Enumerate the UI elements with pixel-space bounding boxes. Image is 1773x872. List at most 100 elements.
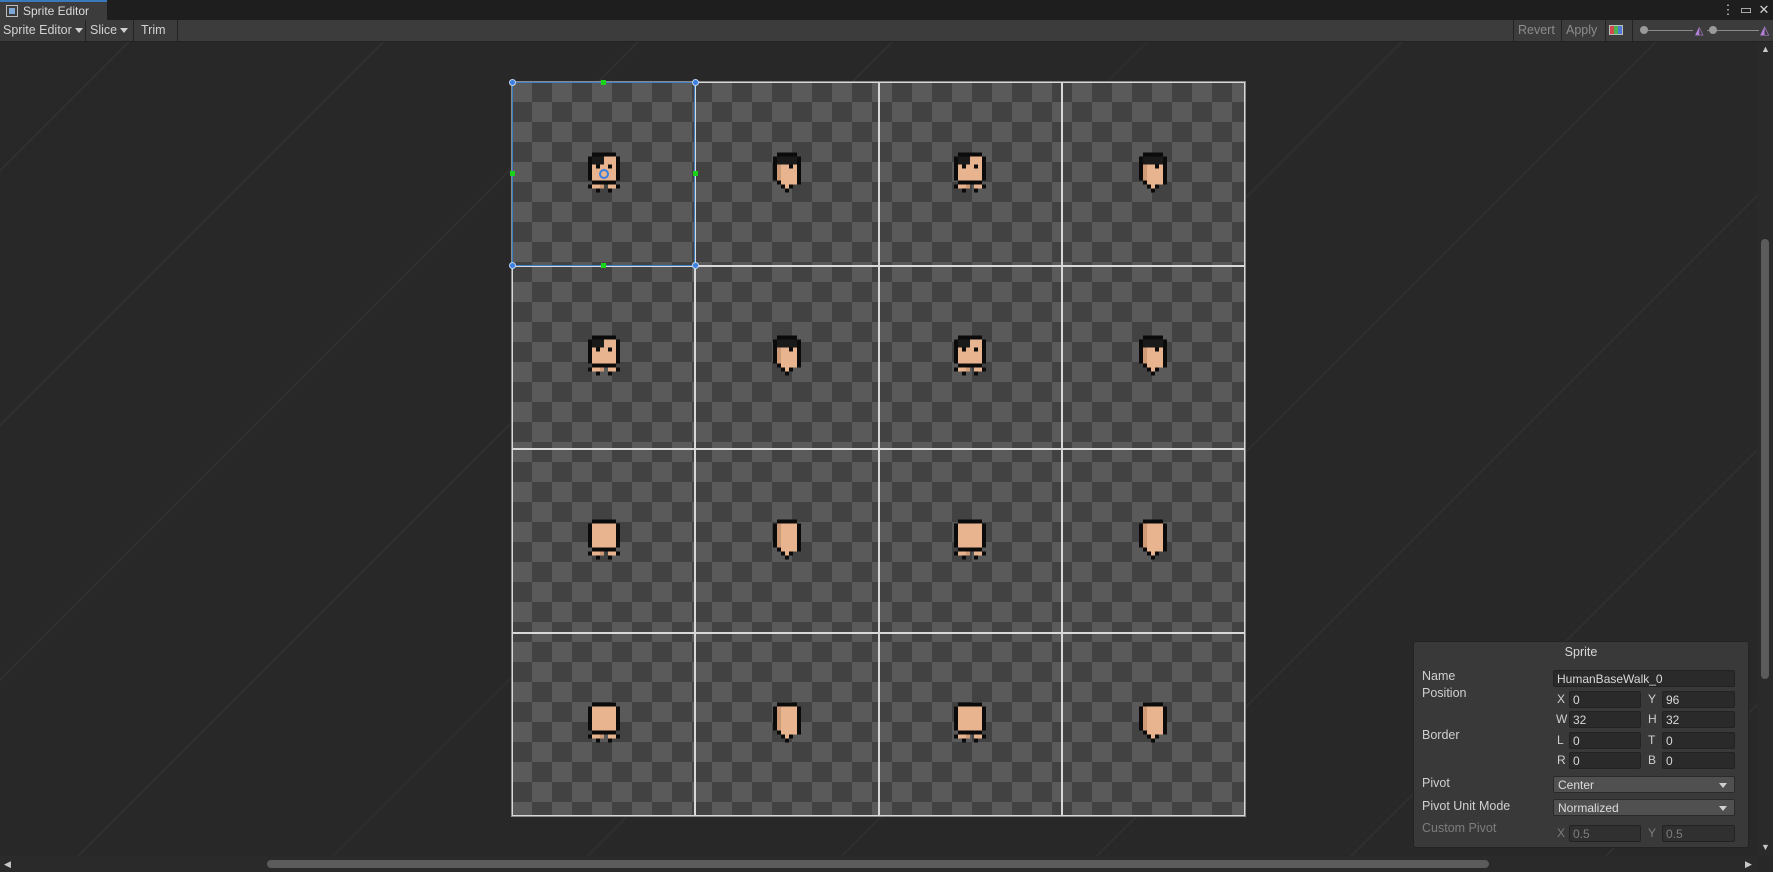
sprite-frame — [772, 335, 801, 379]
sprite-cell[interactable] — [512, 449, 696, 633]
sprite-frame — [772, 519, 801, 562]
custom-pivot-x-label: X — [1557, 826, 1566, 840]
mip-slider-track-right[interactable] — [1719, 30, 1759, 31]
scroll-down-icon[interactable]: ▼ — [1761, 842, 1770, 852]
maximize-icon[interactable]: ▭ — [1738, 1, 1754, 19]
corner-resize-handle[interactable] — [508, 262, 516, 269]
sprite-cell[interactable] — [512, 632, 696, 816]
sprite-cell[interactable] — [695, 82, 879, 266]
border-bottom-field[interactable]: 0 — [1662, 752, 1735, 769]
sprite-cell[interactable] — [1061, 82, 1245, 266]
sprite-cell[interactable] — [878, 449, 1062, 633]
sprite-frame — [587, 519, 620, 562]
corner-resize-handle[interactable] — [691, 262, 699, 269]
sprite-cell[interactable] — [695, 632, 879, 816]
vertical-scrollbar[interactable]: ▲ ▼ — [1757, 42, 1773, 856]
height-field[interactable]: 32 — [1662, 711, 1735, 728]
pivot-label: Pivot — [1422, 776, 1450, 790]
toolbar-divider — [133, 20, 134, 41]
custom-pivot-y-field: 0.5 — [1662, 825, 1735, 842]
toolbar-divider — [1561, 20, 1562, 41]
sprite-frame — [1139, 519, 1168, 562]
rgb-channels-icon[interactable] — [1609, 25, 1623, 35]
edge-resize-handle[interactable] — [601, 79, 607, 85]
sprite-frame — [1139, 335, 1168, 379]
pivot-dropdown[interactable]: Center — [1553, 776, 1735, 793]
corner-resize-handle[interactable] — [691, 78, 699, 86]
sprite-inspector-panel: Sprite Name HumanBaseWalk_0 Position X 0… — [1413, 641, 1749, 848]
sprite-frame — [1139, 702, 1168, 746]
chevron-down-icon — [1719, 783, 1727, 788]
w-label: W — [1556, 712, 1568, 726]
vertical-scroll-thumb[interactable] — [1761, 239, 1769, 679]
kebab-menu-icon[interactable]: ⋮ — [1720, 1, 1736, 19]
t-label: T — [1648, 733, 1656, 747]
border-right-field[interactable]: 0 — [1569, 752, 1641, 769]
edge-resize-handle[interactable] — [509, 171, 515, 177]
width-field[interactable]: 32 — [1569, 711, 1641, 728]
slice-dropdown[interactable]: Slice — [87, 20, 131, 41]
toolbar: Sprite Editor Slice Trim Revert Apply ◭ … — [0, 20, 1773, 42]
mip-slider-handle[interactable] — [1709, 26, 1717, 34]
toolbar-divider — [85, 20, 86, 41]
sprite-cell[interactable] — [1061, 265, 1245, 449]
sprite-cell[interactable] — [512, 265, 696, 449]
trim-button[interactable]: Trim — [138, 20, 169, 41]
title-bar: Sprite Editor ⋮ ▭ ✕ — [0, 0, 1773, 20]
chevron-down-icon — [1719, 806, 1727, 811]
position-x-field[interactable]: 0 — [1569, 691, 1641, 708]
horizontal-scroll-thumb[interactable] — [267, 860, 1489, 868]
r-label: R — [1557, 753, 1566, 767]
sprite-frame — [772, 152, 801, 195]
pivot-unit-mode-dropdown[interactable]: Normalized — [1553, 799, 1735, 816]
x-label: X — [1557, 692, 1566, 706]
sprite-cell[interactable] — [1061, 449, 1245, 633]
sprite-cell[interactable] — [878, 632, 1062, 816]
b-label: B — [1648, 753, 1657, 767]
sprite-sheet[interactable] — [508, 78, 1246, 817]
position-y-field[interactable]: 96 — [1662, 691, 1735, 708]
sprite-cell[interactable] — [695, 449, 879, 633]
name-label: Name — [1422, 669, 1456, 683]
toolbar-divider — [177, 20, 178, 41]
sprite-cell[interactable] — [695, 265, 879, 449]
mipmap-large-icon: ◭ — [1760, 23, 1770, 37]
position-label: Position — [1422, 686, 1467, 700]
sprite-cell[interactable] — [1061, 632, 1245, 816]
zoom-slider-track[interactable] — [1648, 30, 1693, 31]
scroll-right-icon[interactable]: ▶ — [1745, 859, 1752, 870]
tab-sprite-editor[interactable]: Sprite Editor — [0, 0, 107, 20]
slider-handle[interactable] — [1640, 26, 1648, 34]
scroll-left-icon[interactable]: ◀ — [4, 859, 11, 870]
sprite-frame — [954, 702, 987, 746]
sprite-frame — [587, 702, 620, 746]
sprite-frame — [954, 519, 987, 562]
chevron-down-icon — [120, 28, 129, 34]
scroll-up-icon[interactable]: ▲ — [1761, 44, 1770, 54]
sprite-cell[interactable] — [878, 265, 1062, 449]
pivot-handle[interactable] — [598, 168, 609, 179]
horizontal-scrollbar[interactable]: ◀ ▶ — [0, 856, 1757, 872]
close-icon[interactable]: ✕ — [1756, 1, 1772, 19]
pivot-value: Center — [1558, 778, 1595, 792]
edge-resize-handle[interactable] — [601, 263, 607, 268]
chevron-down-icon — [74, 28, 83, 34]
sprite-cell[interactable] — [878, 82, 1062, 266]
mode-dropdown[interactable]: Sprite Editor — [0, 20, 86, 41]
border-left-field[interactable]: 0 — [1569, 732, 1641, 749]
apply-button[interactable]: Apply — [1563, 20, 1600, 41]
sprite-frame — [954, 152, 987, 195]
border-top-field[interactable]: 0 — [1662, 732, 1735, 749]
toolbar-divider — [1632, 20, 1633, 41]
toolbar-divider — [1605, 20, 1606, 41]
sprite-frame — [587, 335, 620, 379]
name-field[interactable]: HumanBaseWalk_0 — [1553, 670, 1735, 687]
tab-title: Sprite Editor — [23, 4, 90, 18]
sprite-frame — [1139, 152, 1168, 195]
pivot-unit-mode-label: Pivot Unit Mode — [1422, 799, 1511, 813]
edge-resize-handle[interactable] — [692, 171, 698, 177]
revert-button[interactable]: Revert — [1515, 20, 1558, 41]
corner-resize-handle[interactable] — [508, 78, 516, 86]
sprite-frame — [772, 702, 801, 746]
custom-pivot-label: Custom Pivot — [1422, 821, 1497, 835]
